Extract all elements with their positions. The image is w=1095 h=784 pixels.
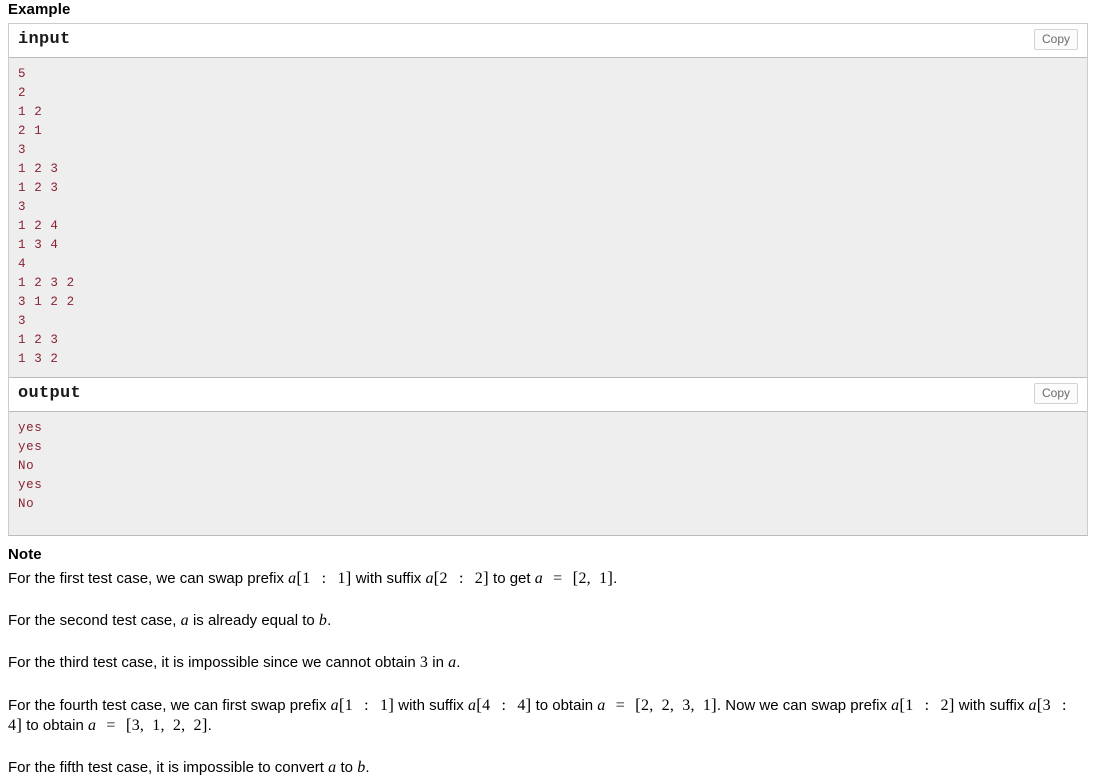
note-text: with suffix <box>351 570 426 587</box>
math-expression: a[1 : 1] <box>330 695 395 714</box>
note-text: to get <box>488 570 535 587</box>
sample-tests-panel: input Copy 5 2 1 2 2 1 3 1 2 3 1 2 3 3 1 2 4 1 3 … <box>8 23 1088 536</box>
note-text: is already equal to <box>188 612 319 629</box>
note-heading: Note <box>8 546 42 563</box>
note-section: Note For the first test case, we can swa… <box>8 545 1089 777</box>
note-text: . <box>456 654 461 671</box>
note-text: with suffix <box>394 697 468 714</box>
note-text: . Now we can swap prefix <box>716 697 892 714</box>
code-line: 1 3 2 <box>18 352 59 366</box>
math-expression: a[1 : 1] <box>288 568 352 587</box>
input-data[interactable]: 5 2 1 2 2 1 3 1 2 3 1 2 3 3 1 2 4 1 3 4 4 1 2 3 2 3 … <box>9 58 1087 377</box>
output-title: output <box>18 384 82 403</box>
note-text: For the fourth test case, we can first s… <box>8 697 331 714</box>
code-line: 1 2 3 <box>18 181 59 195</box>
note-paragraph-second-test-case: For the second test case, a is already e… <box>8 611 1089 630</box>
input-header: input Copy <box>9 24 1087 58</box>
math-expression: a = [2, 2, 3, 1] <box>597 695 717 714</box>
math-expression: a = [3, 1, 2, 2] <box>87 715 208 734</box>
note-text: . <box>365 759 370 776</box>
output-header: output Copy <box>9 377 1087 412</box>
math-expression: a[4 : 4] <box>467 695 532 714</box>
code-line: 3 <box>18 143 27 157</box>
code-line: 1 2 <box>18 105 43 119</box>
math-expression: 3 <box>419 654 429 671</box>
note-paragraph-first-test-case: For the first test case, we can swap pre… <box>8 568 1089 588</box>
code-line: 1 2 3 <box>18 162 59 176</box>
code-line: No <box>18 459 35 473</box>
note-text: . <box>207 717 212 734</box>
note-paragraph-fourth-test-case: For the fourth test case, we can first s… <box>8 695 1089 735</box>
math-expression: b <box>318 612 328 629</box>
copy-input-button[interactable]: Copy <box>1033 29 1078 50</box>
code-line: 3 <box>18 200 27 214</box>
code-line: yes <box>18 478 43 492</box>
note-text: . <box>327 612 332 629</box>
note-text: with suffix <box>954 697 1029 714</box>
note-text: For the second test case, <box>8 612 181 629</box>
code-line: 1 2 3 2 <box>18 276 75 290</box>
note-paragraphs: For the first test case, we can swap pre… <box>8 568 1089 777</box>
note-text: in <box>428 654 449 671</box>
code-line: 1 3 4 <box>18 238 59 252</box>
code-line: 3 <box>18 314 27 328</box>
code-line: No <box>18 497 35 511</box>
sample-block-input: input Copy 5 2 1 2 2 1 3 1 2 3 1 2 3 3 1 2 4 1 3 … <box>9 24 1087 377</box>
code-line: 2 1 <box>18 124 43 138</box>
math-expression: a[1 : 2] <box>891 695 955 714</box>
example-heading: Example <box>8 1 71 18</box>
code-line: yes <box>18 440 43 454</box>
copy-output-button[interactable]: Copy <box>1033 383 1078 404</box>
problem-statement-page: Example input Copy 5 2 1 2 2 1 3 1 2 3 1 2 3 3 1… <box>0 0 1095 777</box>
sample-block-output: output Copy yes yes No yes No <box>9 377 1087 535</box>
input-title: input <box>18 30 71 49</box>
math-expression: a[2 : 2] <box>425 568 489 587</box>
note-text: . <box>613 570 618 587</box>
note-text: to obtain <box>531 697 598 714</box>
math-expression: a <box>180 612 189 629</box>
output-data[interactable]: yes yes No yes No <box>9 412 1087 535</box>
note-paragraph-third-test-case: For the third test case, it is impossibl… <box>8 653 1089 672</box>
code-line: 3 1 2 2 <box>18 295 75 309</box>
note-text: to obtain <box>22 717 88 734</box>
note-paragraph-fifth-test-case: For the fifth test case, it is impossibl… <box>8 758 1089 777</box>
code-line: 4 <box>18 257 27 271</box>
note-text: For the first test case, we can swap pre… <box>8 570 289 587</box>
code-line: 1 2 3 <box>18 333 59 347</box>
code-line: 1 2 4 <box>18 219 59 233</box>
note-text: For the fifth test case, it is impossibl… <box>8 759 329 776</box>
code-line: 5 <box>18 67 27 81</box>
code-line: 2 <box>18 86 27 100</box>
code-line: yes <box>18 421 43 435</box>
math-expression: a = [2, 1] <box>534 568 614 587</box>
note-text: For the third test case, it is impossibl… <box>8 654 420 671</box>
note-text: to <box>336 759 358 776</box>
